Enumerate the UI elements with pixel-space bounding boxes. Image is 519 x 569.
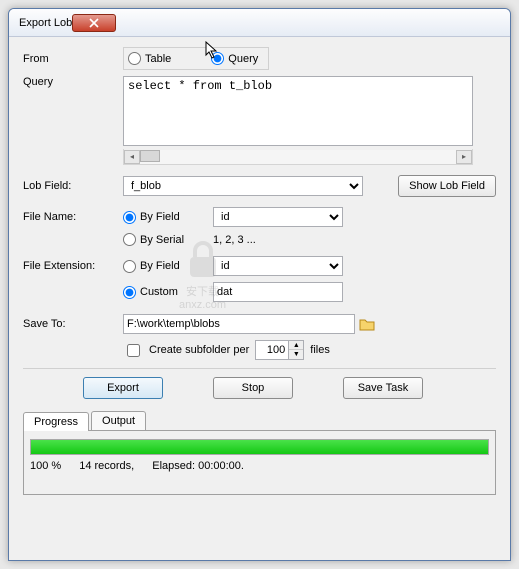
subfolder-checkbox[interactable] (127, 344, 140, 357)
spinner-down-icon[interactable]: ▼ (289, 350, 303, 359)
show-lob-field-button[interactable]: Show Lob Field (398, 175, 496, 197)
tab-output[interactable]: Output (91, 411, 146, 430)
files-label: files (310, 344, 330, 356)
filename-field-combo[interactable]: id (213, 207, 343, 227)
source-radio-group: Table Query (123, 47, 269, 70)
export-button[interactable]: Export (83, 377, 163, 399)
export-lob-window: Export Lob From Table Query Query ◂ ▸ (8, 8, 511, 561)
scroll-right-icon[interactable]: ▸ (456, 150, 472, 164)
scroll-left-icon[interactable]: ◂ (124, 150, 140, 164)
label-save-to: Save To: (23, 318, 123, 330)
dialog-content: From Table Query Query ◂ ▸ Lob Field: f_… (9, 37, 510, 505)
browse-folder-button[interactable] (358, 316, 376, 332)
label-lob-field: Lob Field: (23, 180, 123, 192)
label-file-extension: File Extension: (23, 260, 123, 272)
divider (23, 368, 496, 369)
save-path-input[interactable] (123, 314, 355, 334)
progress-bar (30, 439, 489, 455)
radio-ext-byfield[interactable]: By Field (123, 260, 213, 273)
radio-ext-custom[interactable]: Custom (123, 286, 213, 299)
status-elapsed: Elapsed: 00:00:00. (152, 460, 244, 472)
label-file-name: File Name: (23, 211, 123, 223)
close-button[interactable] (72, 14, 116, 32)
titlebar: Export Lob (9, 9, 510, 37)
folder-icon (359, 317, 375, 331)
radio-table[interactable]: Table (128, 52, 171, 65)
serial-hint: 1, 2, 3 ... (213, 234, 256, 246)
ext-custom-input[interactable] (213, 282, 343, 302)
subfolder-count-spinner[interactable]: ▲▼ (255, 340, 304, 360)
ext-field-combo[interactable]: id (213, 256, 343, 276)
progress-panel: 100 % 14 records, Elapsed: 00:00:00. (23, 431, 496, 495)
status-percent: 100 % (30, 460, 61, 472)
query-textarea[interactable] (123, 76, 473, 146)
close-icon (89, 18, 99, 28)
subfolder-count-input[interactable] (255, 340, 289, 360)
scroll-thumb[interactable] (140, 150, 160, 162)
radio-filename-byfield[interactable]: By Field (123, 211, 213, 224)
radio-filename-byserial[interactable]: By Serial (123, 233, 213, 246)
progress-fill (31, 440, 488, 454)
subfolder-label: Create subfolder per (149, 344, 249, 356)
query-hscrollbar[interactable]: ◂ ▸ (123, 149, 473, 165)
status-records: 14 records, (79, 460, 134, 472)
result-tabs: Progress Output (23, 411, 496, 431)
window-title: Export Lob (19, 17, 72, 29)
radio-query[interactable]: Query (211, 52, 258, 65)
label-query: Query (23, 76, 123, 88)
spinner-up-icon[interactable]: ▲ (289, 341, 303, 350)
label-from: From (23, 53, 123, 65)
save-task-button[interactable]: Save Task (343, 377, 423, 399)
stop-button[interactable]: Stop (213, 377, 293, 399)
lob-field-combo[interactable]: f_blob (123, 176, 363, 196)
tab-progress[interactable]: Progress (23, 412, 89, 431)
